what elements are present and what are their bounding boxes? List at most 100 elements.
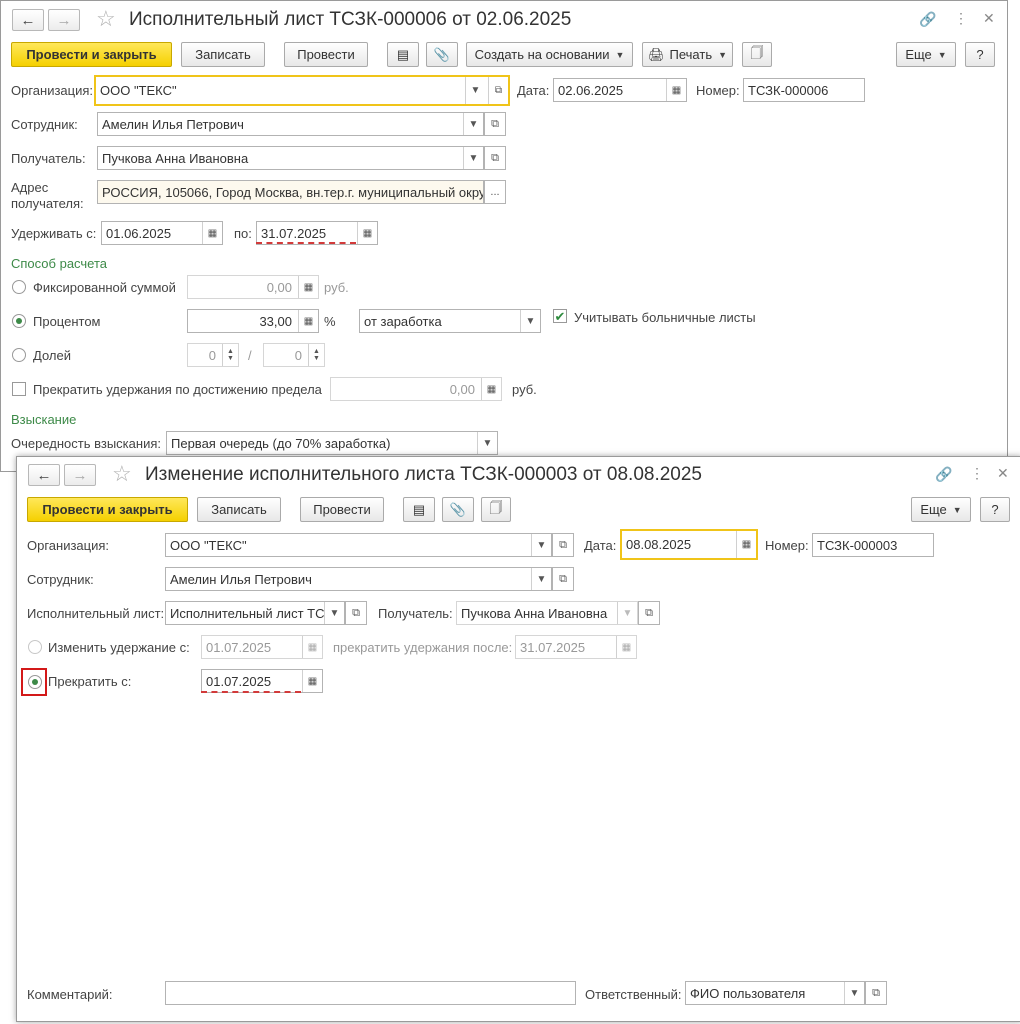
calendar-icon[interactable]: ▦ <box>302 636 322 658</box>
change-retention-date[interactable]: 01.07.2025 ▦ <box>201 635 323 659</box>
dropdown-arrow-icon[interactable]: ▼ <box>617 602 637 624</box>
writ-change-window: ← → ☆ Изменение исполнительного листа ТС… <box>16 456 1020 1022</box>
more-button[interactable]: Еще ▼ <box>911 497 971 522</box>
report-clock-icon: 🗍 <box>750 44 764 60</box>
org-field[interactable]: ООО "ТЕКС" ▼ ⧉ <box>94 75 510 106</box>
sick-leave-checkbox[interactable]: ✔ <box>553 309 567 323</box>
calendar-icon[interactable]: ▦ <box>616 636 636 658</box>
back-button[interactable]: ← <box>28 464 60 486</box>
stop-from-label: Прекратить с: <box>48 674 132 689</box>
employee-field[interactable]: Амелин Илья Петрович ▼ <box>97 112 484 136</box>
limit-checkbox[interactable] <box>12 382 26 396</box>
writ-field[interactable]: Исполнительный лист ТСЗК ▼ <box>165 601 345 625</box>
date-field[interactable]: 02.06.2025 ▦ <box>553 78 687 102</box>
responsible-field[interactable]: ФИО пользователя ▼ <box>685 981 865 1005</box>
more-button[interactable]: Еще ▼ <box>896 42 956 67</box>
close-icon[interactable]: ✕ <box>983 11 995 25</box>
date-field[interactable]: 08.08.2025 ▦ <box>620 529 758 560</box>
hold-from-field[interactable]: 01.06.2025 ▦ <box>101 221 223 245</box>
help-button[interactable]: ? <box>965 42 995 67</box>
print-button[interactable]: 🖨 Печать ▼ <box>642 42 733 67</box>
calendar-icon[interactable]: ▦ <box>736 531 756 558</box>
number-label: Номер: <box>696 83 740 98</box>
favorite-star-icon[interactable]: ☆ <box>112 463 132 485</box>
dropdown-arrow-icon[interactable]: ▼ <box>324 602 344 624</box>
calendar-icon[interactable]: ▦ <box>302 670 322 692</box>
address-field[interactable]: РОССИЯ, 105066, Город Москва, вн.тер.г. … <box>97 180 484 204</box>
post-button[interactable]: Провести <box>284 42 368 67</box>
back-button[interactable]: ← <box>12 9 44 31</box>
link-icon[interactable]: 🔗 <box>935 467 952 481</box>
percent-radio[interactable] <box>12 314 26 328</box>
attach-button[interactable]: 📎 <box>426 42 458 67</box>
favorite-star-icon[interactable]: ☆ <box>96 8 116 30</box>
attach-button[interactable]: 📎 <box>442 497 474 522</box>
change-retention-radio[interactable] <box>28 640 42 654</box>
open-org-button[interactable]: ⧉ <box>552 533 574 557</box>
share-denominator-field[interactable]: 0 ▲ ▼ <box>263 343 325 367</box>
address-select-button[interactable]: ... <box>484 180 506 204</box>
more-vert-icon[interactable]: ⋮ <box>970 466 984 480</box>
post-button[interactable]: Провести <box>300 497 384 522</box>
calendar-icon[interactable]: ▦ <box>666 79 686 101</box>
save-button[interactable]: Записать <box>197 497 281 522</box>
report-button[interactable]: 🗍 <box>481 497 511 522</box>
fixed-radio[interactable] <box>12 280 26 294</box>
open-recipient-button[interactable]: ⧉ <box>638 601 660 625</box>
limit-field[interactable]: 0,00 ▦ <box>330 377 502 401</box>
recipient-field[interactable]: Пучкова Анна Ивановна ▼ <box>97 146 484 170</box>
calendar-icon[interactable]: ▦ <box>357 222 377 244</box>
link-icon[interactable]: 🔗 <box>919 12 936 26</box>
share-numerator-field[interactable]: 0 ▲ ▼ <box>187 343 239 367</box>
open-icon[interactable]: ⧉ <box>488 77 508 104</box>
open-employee-button[interactable]: ⧉ <box>552 567 574 591</box>
calculator-icon[interactable]: ▦ <box>481 378 501 400</box>
post-and-close-button[interactable]: Провести и закрыть <box>11 42 172 67</box>
queue-select[interactable]: Первая очередь (до 70% заработка) ▼ <box>166 431 498 455</box>
dropdown-arrow-icon[interactable]: ▼ <box>520 310 540 332</box>
org-field[interactable]: ООО "ТЕКС" ▼ <box>165 533 552 557</box>
stop-from-radio[interactable] <box>28 675 42 689</box>
recipient-field[interactable]: Пучкова Анна Ивановна ▼ <box>456 601 638 625</box>
forward-button[interactable]: → <box>48 9 80 31</box>
open-employee-button[interactable]: ⧉ <box>484 112 506 136</box>
report-button[interactable]: 🗍 <box>742 42 772 67</box>
spinner-icon[interactable]: ▲ ▼ <box>222 344 238 366</box>
open-responsible-button[interactable]: ⧉ <box>865 981 887 1005</box>
dropdown-arrow-icon[interactable]: ▼ <box>844 982 864 1004</box>
open-writ-button[interactable]: ⧉ <box>345 601 367 625</box>
stop-after-date[interactable]: 31.07.2025 ▦ <box>515 635 637 659</box>
stop-from-date[interactable]: 01.07.2025 ▦ <box>201 669 323 693</box>
close-icon[interactable]: ✕ <box>997 466 1009 480</box>
dropdown-arrow-icon[interactable]: ▼ <box>463 147 483 169</box>
comment-field[interactable] <box>165 981 576 1005</box>
calendar-icon[interactable]: ▦ <box>202 222 222 244</box>
post-and-close-button[interactable]: Провести и закрыть <box>27 497 188 522</box>
dropdown-arrow-icon: ▼ <box>952 504 962 515</box>
percent-base-select[interactable]: от заработка ▼ <box>359 309 541 333</box>
fixed-amount-field[interactable]: 0,00 ▦ <box>187 275 319 299</box>
window-title: Изменение исполнительного листа ТСЗК-000… <box>145 464 703 485</box>
calculator-icon[interactable]: ▦ <box>298 276 318 298</box>
arrow-right-icon: → <box>56 11 72 29</box>
shares-radio[interactable] <box>12 348 26 362</box>
create-based-on-button[interactable]: Создать на основании ▼ <box>466 42 633 67</box>
help-button[interactable]: ? <box>980 497 1010 522</box>
number-field[interactable]: ТСЗК-000006 <box>743 78 865 102</box>
dropdown-arrow-icon[interactable]: ▼ <box>465 77 485 104</box>
dropdown-arrow-icon[interactable]: ▼ <box>463 113 483 135</box>
dropdown-arrow-icon[interactable]: ▼ <box>531 568 551 590</box>
spinner-icon[interactable]: ▲ ▼ <box>308 344 324 366</box>
journal-button[interactable]: ▤ <box>403 497 435 522</box>
number-field[interactable]: ТСЗК-000003 <box>812 533 934 557</box>
save-button[interactable]: Записать <box>181 42 265 67</box>
forward-button[interactable]: → <box>64 464 96 486</box>
open-recipient-button[interactable]: ⧉ <box>484 146 506 170</box>
employee-field[interactable]: Амелин Илья Петрович ▼ <box>165 567 552 591</box>
dropdown-arrow-icon[interactable]: ▼ <box>477 432 497 454</box>
dropdown-arrow-icon[interactable]: ▼ <box>531 534 551 556</box>
journal-button[interactable]: ▤ <box>387 42 419 67</box>
percent-field[interactable]: 33,00 ▦ <box>187 309 319 333</box>
calculator-icon[interactable]: ▦ <box>298 310 318 332</box>
more-vert-icon[interactable]: ⋮ <box>954 11 968 25</box>
